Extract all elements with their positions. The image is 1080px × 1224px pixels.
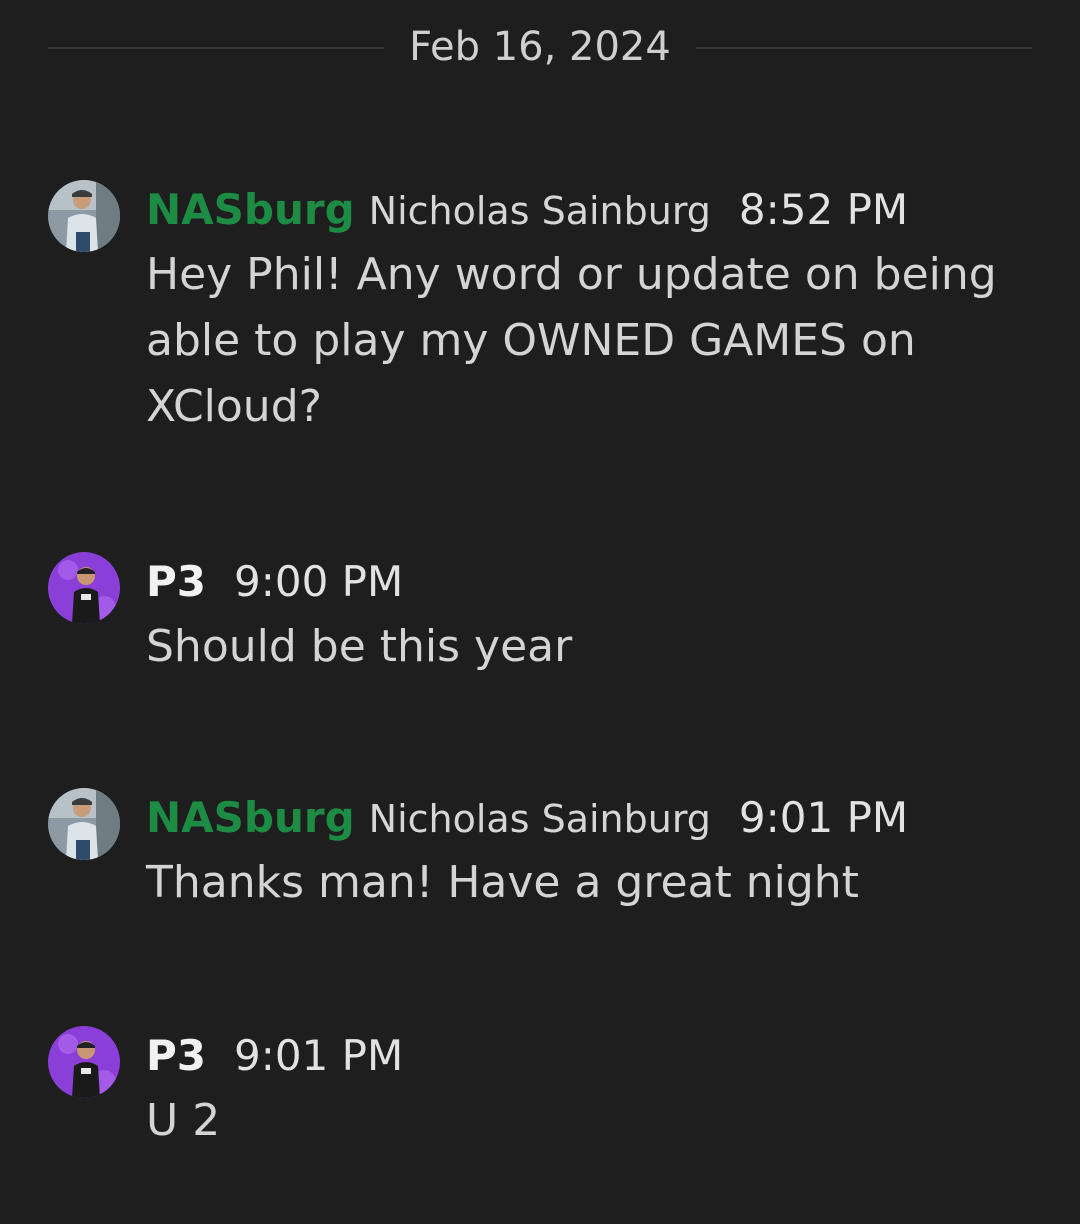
message-header: NASburg Nicholas Sainburg 9:01 PM [146, 788, 908, 848]
user-photo-avatar-icon [48, 788, 120, 860]
avatar[interactable] [48, 1026, 120, 1098]
gamertag[interactable]: NASburg [146, 788, 355, 848]
avatar[interactable] [48, 180, 120, 252]
timestamp: 8:52 PM [738, 185, 909, 234]
message-header: P3 9:01 PM [146, 1026, 403, 1086]
message-header: NASburg Nicholas Sainburg 8:52 PM [146, 180, 908, 240]
timestamp: 9:01 PM [234, 1031, 404, 1080]
message-header: P3 9:00 PM [146, 552, 403, 612]
avatar[interactable] [48, 788, 120, 860]
xbox-avatar-purple-icon [48, 552, 120, 624]
real-name: Nicholas Sainburg [368, 797, 711, 841]
gamertag[interactable]: P3 [146, 552, 206, 612]
divider-line-left [48, 47, 384, 49]
message-text: Hey Phil! Any word or update on being ab… [146, 249, 997, 432]
xbox-avatar-purple-icon [48, 1026, 120, 1098]
date-label: Feb 16, 2024 [409, 24, 671, 70]
gamertag[interactable]: NASburg [146, 180, 355, 240]
message-text: U 2 [146, 1095, 221, 1146]
timestamp: 9:01 PM [738, 793, 909, 842]
user-photo-avatar-icon [48, 180, 120, 252]
message-text: Should be this year [146, 621, 573, 672]
date-divider: Feb 16, 2024 [48, 22, 1032, 72]
gamertag[interactable]: P3 [146, 1026, 206, 1086]
message-text: Thanks man! Have a great night [146, 857, 859, 908]
timestamp: 9:00 PM [234, 557, 404, 606]
avatar[interactable] [48, 552, 120, 624]
divider-line-right [696, 47, 1032, 49]
real-name: Nicholas Sainburg [368, 189, 711, 233]
